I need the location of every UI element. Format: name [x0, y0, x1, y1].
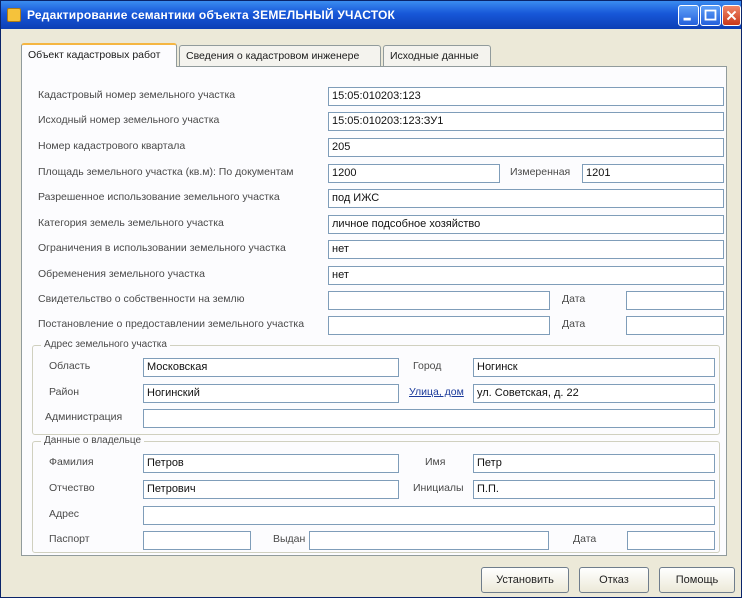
- administration-label: Администрация: [45, 411, 123, 423]
- minimize-icon: [683, 17, 691, 21]
- address-group: Адрес земельного участка Область Московс…: [32, 339, 720, 435]
- city-label: Город: [413, 360, 442, 372]
- source-number-field[interactable]: 15:05:010203:123:ЗУ1: [328, 112, 724, 131]
- patronymic-label: Отчество: [49, 482, 95, 494]
- passport-label: Паспорт: [49, 533, 90, 545]
- quarter-number-label: Номер кадастрового квартала: [38, 140, 186, 152]
- app-icon: [7, 8, 21, 22]
- certificate-date-field[interactable]: [626, 291, 724, 310]
- resolution-date-label: Дата: [562, 318, 586, 330]
- passport-field[interactable]: [143, 531, 251, 550]
- resolution-field[interactable]: [328, 316, 550, 335]
- install-button[interactable]: Установить: [481, 567, 569, 593]
- address-group-title: Адрес земельного участка: [41, 339, 170, 350]
- restrictions-field[interactable]: нет: [328, 240, 724, 259]
- patronymic-field[interactable]: Петрович: [143, 480, 399, 499]
- cancel-button[interactable]: Отказ: [579, 567, 649, 593]
- issued-by-label: Выдан: [273, 533, 306, 545]
- surname-label: Фамилия: [49, 456, 94, 468]
- maximize-button[interactable]: [700, 5, 721, 26]
- initials-field[interactable]: П.П.: [473, 480, 715, 499]
- land-category-field[interactable]: личное подсобное хозяйство: [328, 215, 724, 234]
- tab-cadastral-object[interactable]: Объект кадастровых работ: [21, 43, 177, 67]
- close-button[interactable]: [722, 5, 741, 26]
- region-label: Область: [49, 360, 91, 372]
- owner-address-field[interactable]: [143, 506, 715, 525]
- owner-address-label: Адрес: [49, 508, 80, 520]
- administration-field[interactable]: [143, 409, 715, 428]
- area-measured-field[interactable]: 1201: [582, 164, 724, 183]
- minimize-button[interactable]: [678, 5, 699, 26]
- first-name-label: Имя: [425, 456, 446, 468]
- initials-label: Инициалы: [413, 482, 464, 494]
- maximize-icon: [704, 9, 717, 21]
- title-bar[interactable]: Редактирование семантики объекта ЗЕМЕЛЬН…: [1, 1, 741, 29]
- encumbrances-field[interactable]: нет: [328, 266, 724, 285]
- resolution-date-field[interactable]: [626, 316, 724, 335]
- issued-by-field[interactable]: [309, 531, 549, 550]
- region-field[interactable]: Московская: [143, 358, 399, 377]
- district-label: Район: [49, 386, 79, 398]
- tab-label: Объект кадастровых работ: [28, 49, 161, 61]
- cadastral-number-field[interactable]: 15:05:010203:123: [328, 87, 724, 106]
- passport-date-label: Дата: [573, 533, 597, 545]
- tab-label: Исходные данные: [390, 50, 479, 62]
- restrictions-label: Ограничения в использовании земельного у…: [38, 242, 286, 254]
- owner-group-title: Данные о владельце: [41, 435, 145, 446]
- source-number-label: Исходный номер земельного участка: [38, 114, 220, 126]
- ownership-certificate-field[interactable]: [328, 291, 550, 310]
- area-measured-label: Измеренная: [510, 166, 571, 178]
- resolution-label: Постановление о предоставлении земельног…: [38, 318, 305, 330]
- cadastral-number-label: Кадастровый номер земельного участка: [38, 89, 236, 101]
- encumbrances-label: Обременения земельного участка: [38, 268, 205, 280]
- tab-engineer-info[interactable]: Сведения о кадастровом инженере: [179, 45, 381, 67]
- area-documents-label: Площадь земельного участка (кв.м): По до…: [38, 166, 294, 178]
- owner-group: Данные о владельце Фамилия Петров Имя Пе…: [32, 435, 720, 553]
- tab-panel: Кадастровый номер земельного участка 15:…: [21, 66, 727, 556]
- land-category-label: Категория земель земельного участка: [38, 217, 224, 229]
- street-house-link[interactable]: Улица, дом: [409, 386, 464, 398]
- area-documents-field[interactable]: 1200: [328, 164, 500, 183]
- city-field[interactable]: Ногинск: [473, 358, 715, 377]
- surname-field[interactable]: Петров: [143, 454, 399, 473]
- ownership-certificate-label: Свидетельство о собственности на землю: [38, 293, 245, 305]
- permitted-use-label: Разрешенное использование земельного уча…: [38, 191, 280, 203]
- district-field[interactable]: Ногинский: [143, 384, 399, 403]
- window-title: Редактирование семантики объекта ЗЕМЕЛЬН…: [27, 8, 396, 22]
- quarter-number-field[interactable]: 205: [328, 138, 724, 157]
- passport-date-field[interactable]: [627, 531, 715, 550]
- tab-source-data[interactable]: Исходные данные: [383, 45, 491, 67]
- permitted-use-field[interactable]: под ИЖС: [328, 189, 724, 208]
- help-button[interactable]: Помощь: [659, 567, 735, 593]
- street-house-field[interactable]: ул. Советская, д. 22: [473, 384, 715, 403]
- tab-label: Сведения о кадастровом инженере: [186, 50, 360, 62]
- edit-semantics-window: Редактирование семантики объекта ЗЕМЕЛЬН…: [0, 0, 742, 598]
- close-icon: [726, 10, 737, 21]
- certificate-date-label: Дата: [562, 293, 586, 305]
- first-name-field[interactable]: Петр: [473, 454, 715, 473]
